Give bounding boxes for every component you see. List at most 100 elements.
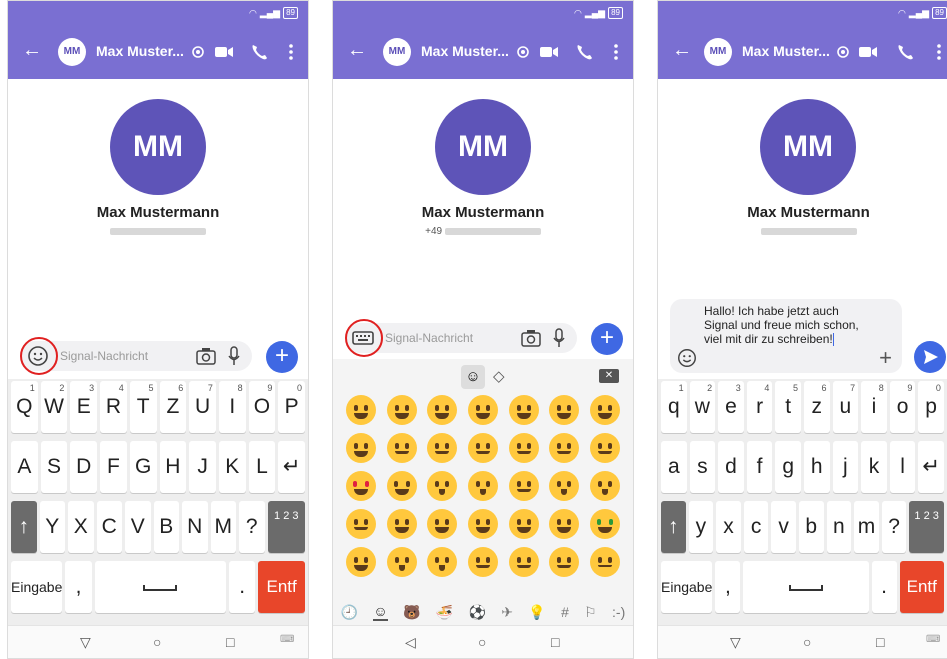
emoji-cell[interactable] bbox=[346, 471, 377, 501]
emoji-cell[interactable] bbox=[508, 471, 539, 501]
emoji-cell[interactable] bbox=[589, 395, 620, 425]
camera-icon[interactable] bbox=[521, 329, 541, 347]
key-k[interactable]: K bbox=[218, 441, 246, 493]
emoji-cell[interactable] bbox=[508, 547, 539, 577]
emoji-cell[interactable] bbox=[467, 509, 498, 539]
key-d[interactable]: D bbox=[70, 441, 98, 493]
emoji-cell[interactable] bbox=[508, 433, 539, 463]
key-e[interactable]: 3E bbox=[70, 381, 98, 433]
key-r[interactable]: 4R bbox=[100, 381, 127, 433]
smileys-category-icon[interactable]: ☺ bbox=[373, 603, 388, 621]
key-c[interactable]: C bbox=[96, 501, 122, 553]
delete-key[interactable]: Entf bbox=[899, 561, 944, 613]
key-l[interactable]: l bbox=[889, 441, 916, 493]
nav-back-icon[interactable]: ◁ bbox=[405, 634, 416, 651]
key-f[interactable]: F bbox=[100, 441, 127, 493]
key-j[interactable]: j bbox=[832, 441, 859, 493]
attach-plus-button[interactable]: + bbox=[591, 323, 623, 355]
key-n[interactable]: N bbox=[182, 501, 208, 553]
key-t[interactable]: 5T bbox=[129, 381, 157, 433]
objects-category-icon[interactable]: 💡 bbox=[528, 604, 545, 621]
back-arrow-icon[interactable]: ← bbox=[672, 40, 692, 60]
key-r[interactable]: 4r bbox=[746, 381, 773, 433]
at-icon[interactable] bbox=[836, 42, 850, 62]
at-icon[interactable] bbox=[191, 42, 205, 62]
phone-call-icon[interactable] bbox=[575, 42, 593, 62]
contact-title[interactable]: Max Muster... bbox=[742, 43, 830, 59]
key-p[interactable]: 0p bbox=[918, 381, 944, 433]
nav-home-icon[interactable]: ○ bbox=[153, 634, 161, 650]
nav-recents-icon[interactable]: □ bbox=[226, 634, 234, 650]
nav-home-icon[interactable]: ○ bbox=[478, 634, 486, 650]
key-l[interactable]: L bbox=[248, 441, 276, 493]
key-g[interactable]: G bbox=[129, 441, 157, 493]
key-d[interactable]: d bbox=[718, 441, 744, 493]
key-question[interactable]: ? bbox=[239, 501, 265, 553]
emoji-cell[interactable] bbox=[467, 395, 498, 425]
numbers-key[interactable]: 1 2 3 bbox=[267, 501, 305, 553]
video-call-icon[interactable] bbox=[539, 42, 559, 62]
key-c[interactable]: c bbox=[743, 501, 769, 553]
key-t[interactable]: 5t bbox=[775, 381, 801, 433]
food-category-icon[interactable]: 🍜 bbox=[436, 604, 453, 621]
nav-recents-icon[interactable]: □ bbox=[551, 634, 559, 650]
more-options-icon[interactable] bbox=[288, 42, 294, 62]
emoji-cell[interactable] bbox=[346, 547, 377, 577]
recent-category-icon[interactable]: 🕘 bbox=[341, 604, 358, 621]
numbers-key[interactable]: 1 2 3 bbox=[909, 501, 944, 553]
message-input-placeholder[interactable]: Signal-Nachricht bbox=[60, 349, 148, 363]
nav-keyboard-icon[interactable]: ⌨ bbox=[280, 634, 294, 645]
key-f[interactable]: f bbox=[746, 441, 773, 493]
key-a[interactable]: A bbox=[11, 441, 38, 493]
key-n[interactable]: n bbox=[826, 501, 852, 553]
attach-plus-button[interactable]: + bbox=[266, 341, 298, 373]
nav-recents-icon[interactable]: □ bbox=[876, 634, 884, 650]
emoji-cell[interactable] bbox=[549, 471, 580, 501]
space-key[interactable] bbox=[94, 561, 227, 613]
emoji-cell[interactable] bbox=[427, 433, 458, 463]
message-input[interactable]: Hallo! Ich habe jetzt auch Signal und fr… bbox=[704, 304, 874, 347]
comma-key[interactable]: , bbox=[65, 561, 92, 613]
emoji-cell[interactable] bbox=[386, 509, 417, 539]
emoji-cell[interactable] bbox=[589, 547, 620, 577]
emoji-cell[interactable] bbox=[346, 433, 377, 463]
key-j[interactable]: J bbox=[189, 441, 216, 493]
animals-category-icon[interactable]: 🐻 bbox=[403, 604, 420, 621]
message-input-placeholder[interactable]: Signal-Nachricht bbox=[385, 331, 473, 345]
emoji-cell[interactable] bbox=[589, 433, 620, 463]
key-i[interactable]: 8I bbox=[218, 381, 246, 433]
phone-call-icon[interactable] bbox=[250, 42, 268, 62]
enter-key[interactable]: Eingabe bbox=[661, 561, 713, 613]
emoji-cell[interactable] bbox=[427, 547, 458, 577]
key-b[interactable]: b bbox=[798, 501, 824, 553]
emoji-cell[interactable] bbox=[508, 509, 539, 539]
emoji-cell[interactable] bbox=[427, 471, 458, 501]
return-key[interactable]: ↵ bbox=[278, 441, 306, 493]
key-s[interactable]: S bbox=[40, 441, 68, 493]
emoji-cell[interactable] bbox=[346, 395, 377, 425]
phone-call-icon[interactable] bbox=[896, 42, 914, 62]
emoji-tab-icon[interactable]: ☺ bbox=[461, 365, 485, 389]
shift-key[interactable]: ↑ bbox=[11, 501, 37, 553]
attach-plus-icon[interactable]: + bbox=[879, 345, 892, 371]
key-a[interactable]: a bbox=[661, 441, 687, 493]
key-question[interactable]: ? bbox=[881, 501, 907, 553]
key-p[interactable]: 0P bbox=[278, 381, 306, 433]
more-options-icon[interactable] bbox=[936, 42, 942, 62]
key-k[interactable]: k bbox=[861, 441, 887, 493]
key-b[interactable]: B bbox=[153, 501, 179, 553]
contact-title[interactable]: Max Muster... bbox=[96, 43, 184, 59]
emoji-cell[interactable] bbox=[467, 471, 498, 501]
backspace-icon[interactable]: ✕ bbox=[599, 369, 619, 383]
travel-category-icon[interactable]: ✈ bbox=[501, 604, 513, 621]
contact-avatar-small[interactable]: MM bbox=[704, 38, 732, 66]
emoticons-category-icon[interactable]: :-) bbox=[612, 604, 625, 620]
key-m[interactable]: m bbox=[854, 501, 879, 553]
emoji-cell[interactable] bbox=[386, 395, 417, 425]
emoji-cell[interactable] bbox=[549, 509, 580, 539]
key-o[interactable]: 9O bbox=[248, 381, 276, 433]
key-h[interactable]: h bbox=[803, 441, 830, 493]
emoji-cell[interactable] bbox=[386, 547, 417, 577]
period-key[interactable]: . bbox=[871, 561, 897, 613]
symbols-category-icon[interactable]: # bbox=[561, 604, 569, 620]
